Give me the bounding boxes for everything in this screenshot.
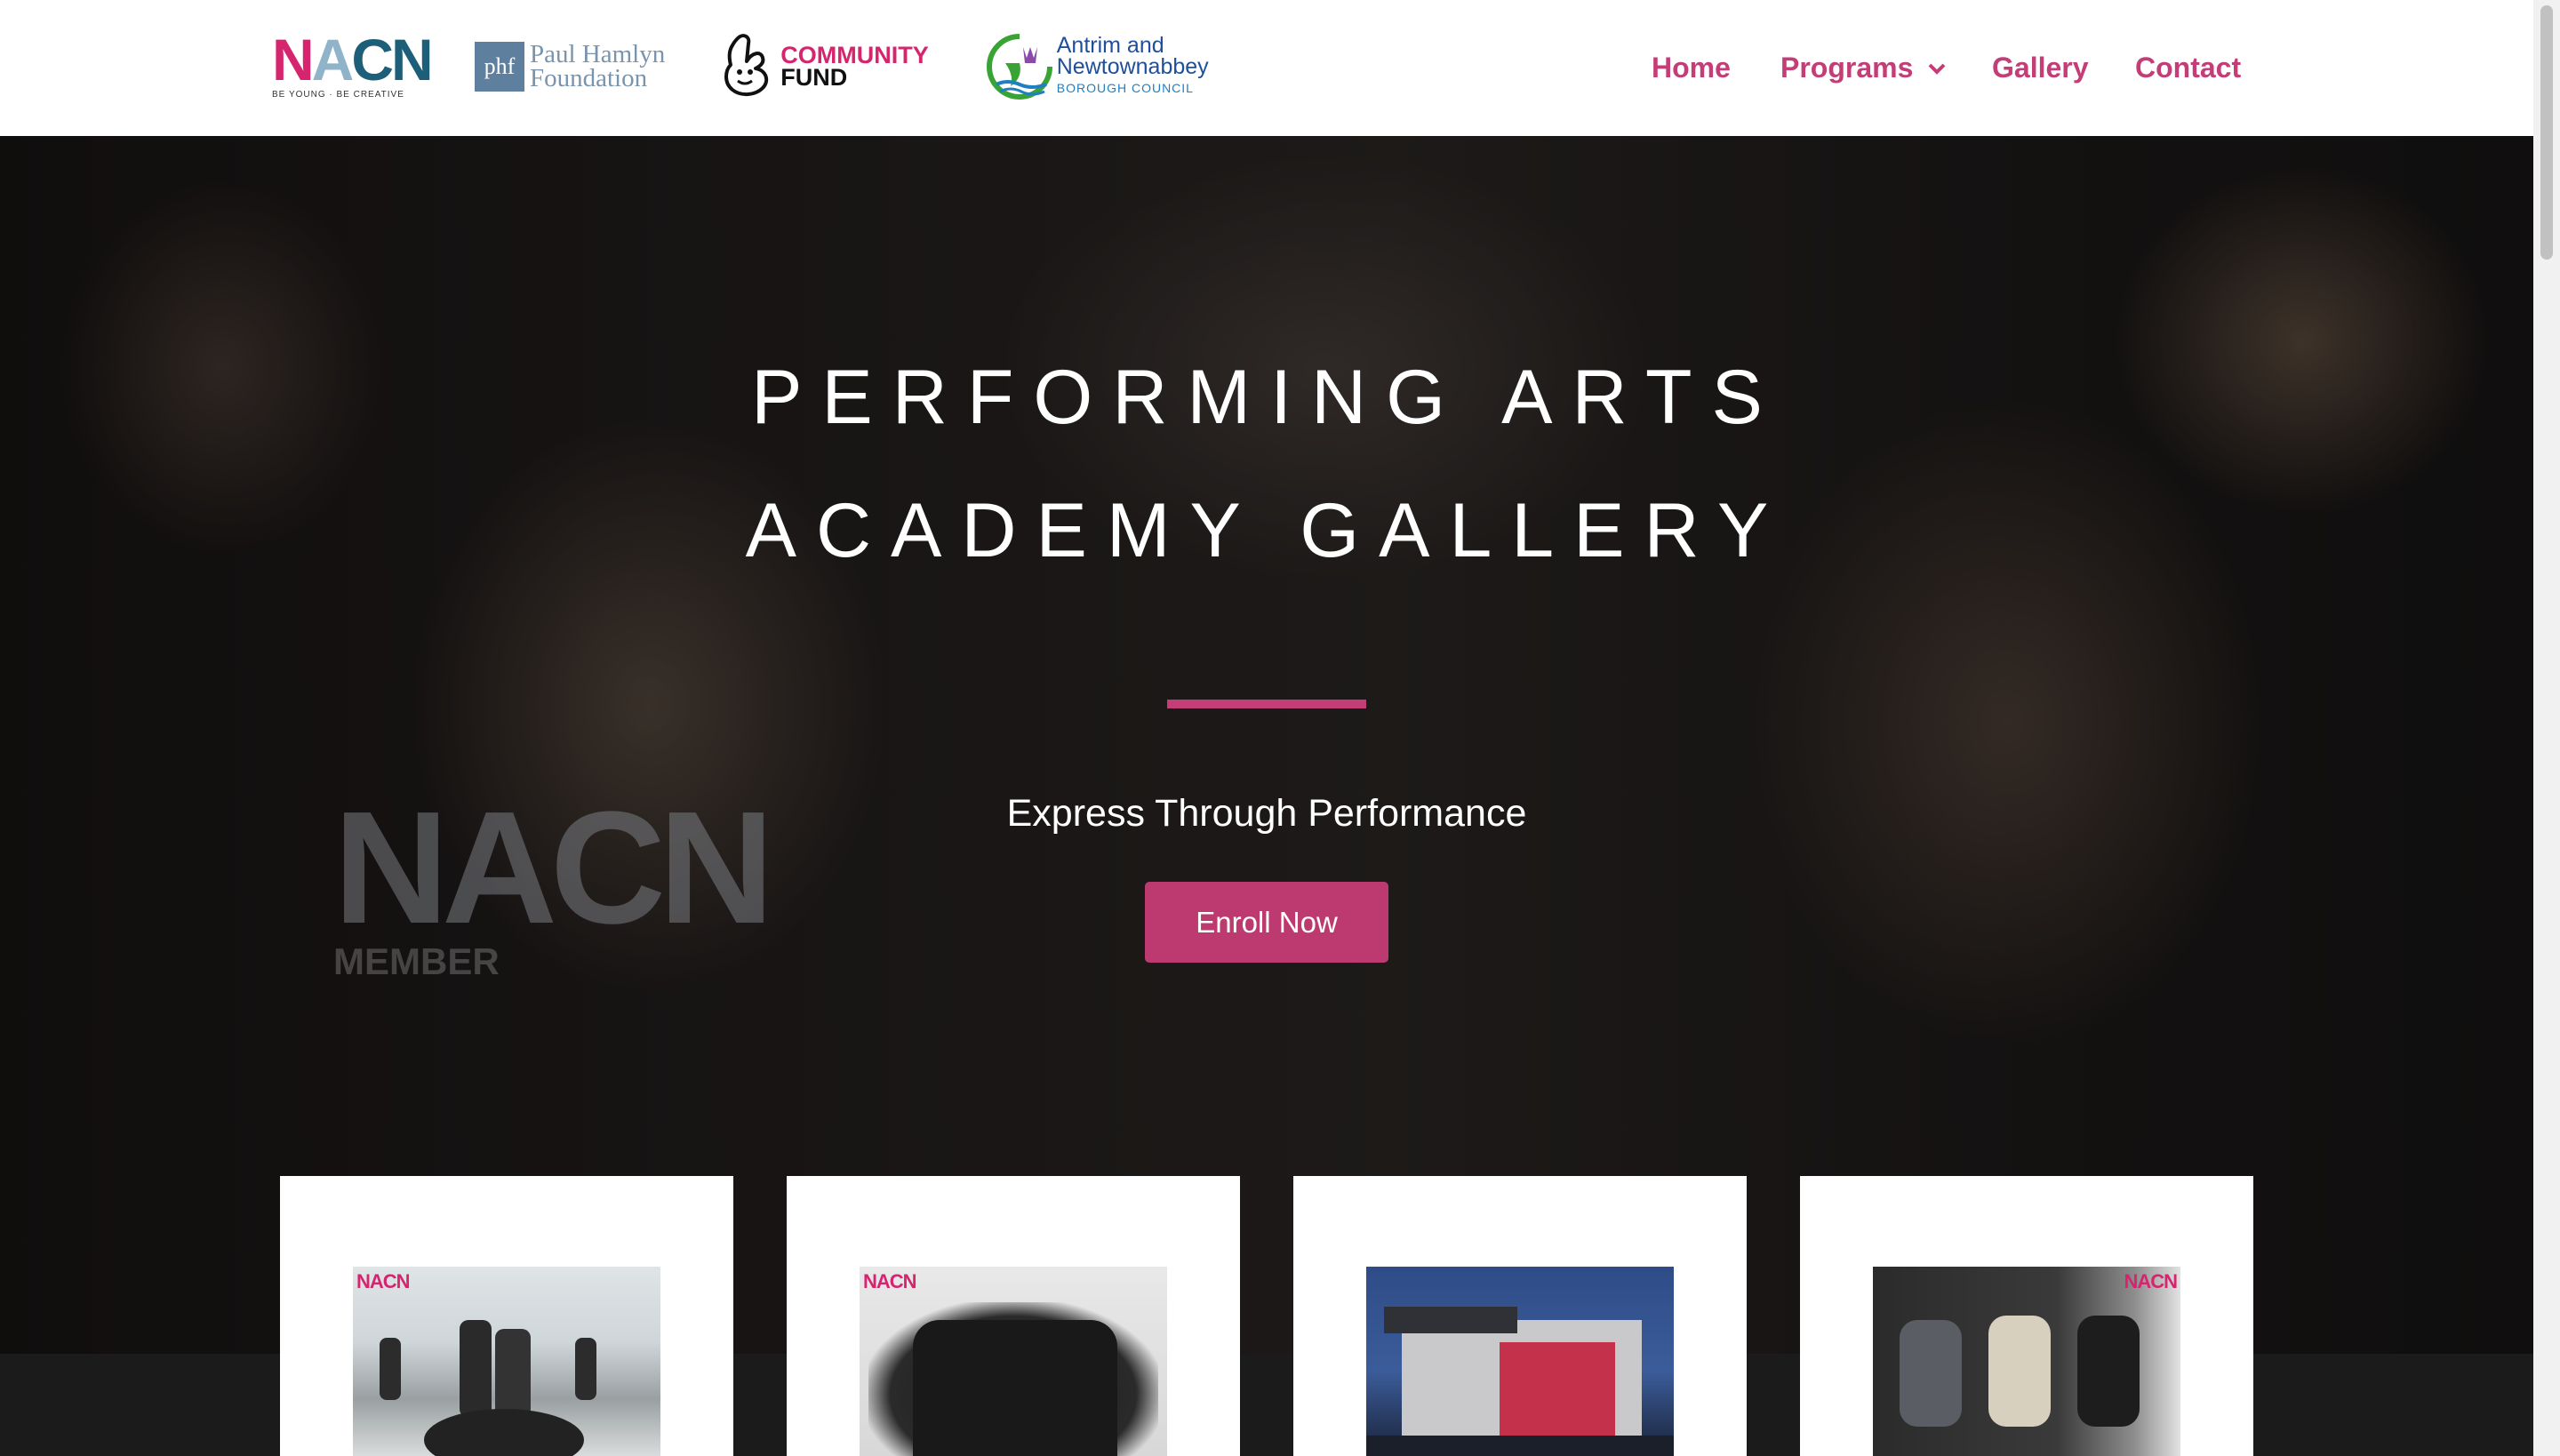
scrollbar-thumb[interactable] bbox=[2540, 5, 2553, 260]
gallery-card[interactable]: NACN bbox=[787, 1176, 1240, 1456]
hero-overlay bbox=[0, 136, 2533, 1354]
nav-programs-label: Programs bbox=[1780, 52, 1914, 84]
gallery-photo[interactable]: NACN bbox=[1873, 1267, 2180, 1456]
nav-gallery[interactable]: Gallery bbox=[1992, 52, 2089, 84]
gallery-card[interactable]: NACN bbox=[1800, 1176, 2253, 1456]
gallery-cards: NACN NACN NACN bbox=[0, 1176, 2533, 1456]
photo-badge: NACN bbox=[863, 1270, 917, 1292]
nav-home[interactable]: Home bbox=[1652, 52, 1731, 84]
photo-badge: NACN bbox=[2124, 1270, 2178, 1292]
hero-title-line2: ACADEMY GALLERY bbox=[745, 488, 1788, 573]
chevron-down-icon bbox=[1928, 63, 1946, 75]
main-nav: Home Programs Gallery Contact bbox=[0, 52, 2533, 105]
hero-tagline: Express Through Performance bbox=[1006, 792, 1527, 835]
gallery-photo[interactable]: NACN bbox=[353, 1267, 660, 1456]
site-header: NACN BE YOUNG · BE CREATIVE phf Paul Ham… bbox=[0, 0, 2533, 136]
gallery-card[interactable] bbox=[1293, 1176, 1747, 1456]
hero-divider bbox=[1167, 700, 1366, 708]
gallery-photo[interactable]: NACN bbox=[860, 1267, 1167, 1456]
page-scrollbar[interactable] bbox=[2533, 0, 2560, 1456]
photo-badge: NACN bbox=[356, 1270, 411, 1292]
nav-programs[interactable]: Programs bbox=[1780, 52, 1947, 84]
gallery-card[interactable]: NACN bbox=[280, 1176, 733, 1456]
nav-contact[interactable]: Contact bbox=[2135, 52, 2241, 84]
hero-title-line1: PERFORMING ARTS bbox=[751, 355, 1782, 440]
hero-section: NACN MEMBER PERFORMING ARTS ACADEMY GALL… bbox=[0, 136, 2533, 1354]
enroll-now-button[interactable]: Enroll Now bbox=[1145, 882, 1388, 963]
gallery-photo[interactable] bbox=[1366, 1267, 1674, 1456]
